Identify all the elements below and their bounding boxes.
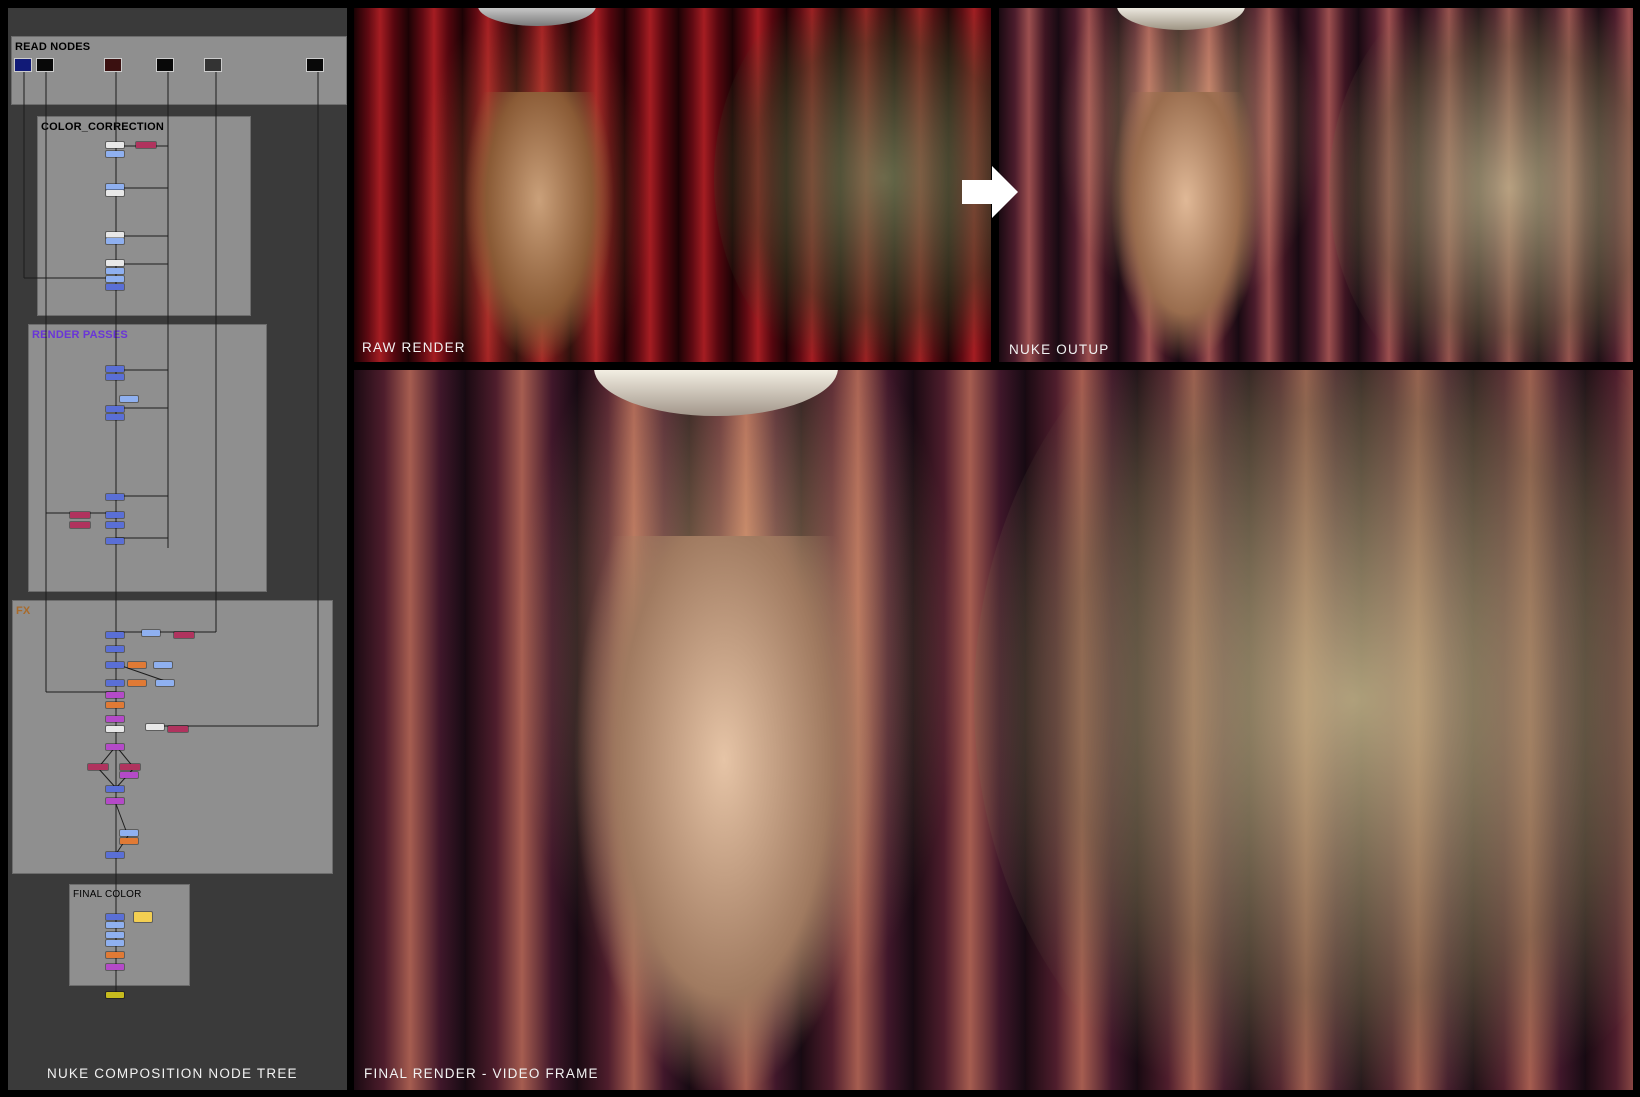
statue-shape	[574, 536, 874, 1090]
final-render-image: FINAL RENDER - VIDEO FRAME	[354, 370, 1633, 1090]
fx-node[interactable]	[142, 630, 160, 636]
cc-node[interactable]	[106, 260, 124, 266]
fx-node[interactable]	[106, 662, 124, 668]
rp-node[interactable]	[106, 522, 124, 528]
node-tree-caption: NUKE COMPOSITION NODE TREE	[47, 1066, 298, 1081]
rp-node[interactable]	[106, 512, 124, 518]
fx-node[interactable]	[106, 632, 124, 638]
final-color-node[interactable]	[106, 914, 124, 920]
final-color-node[interactable]	[106, 922, 124, 928]
fx-node[interactable]	[128, 662, 146, 668]
raw-render-caption: RAW RENDER	[362, 340, 466, 355]
fx-node[interactable]	[120, 772, 138, 778]
lamp-shape	[478, 8, 596, 26]
rp-node[interactable]	[120, 396, 138, 402]
fx-node[interactable]	[106, 702, 124, 708]
rp-node[interactable]	[106, 366, 124, 372]
raw-render-image: RAW RENDER	[354, 8, 991, 362]
foliage-shape	[714, 8, 991, 362]
cc-node[interactable]	[106, 238, 124, 244]
read-node-5[interactable]	[204, 58, 222, 72]
fx-node[interactable]	[146, 724, 164, 730]
fx-node[interactable]	[106, 680, 124, 686]
read-node-3[interactable]	[104, 58, 122, 72]
rp-node[interactable]	[106, 414, 124, 420]
cc-node[interactable]	[106, 142, 124, 148]
cc-node[interactable]	[106, 190, 124, 196]
fx-node[interactable]	[156, 680, 174, 686]
node-connections	[23, 70, 319, 996]
rp-node[interactable]	[106, 406, 124, 412]
rp-node[interactable]	[106, 494, 124, 500]
statue-shape	[464, 92, 614, 362]
cc-node[interactable]	[136, 142, 156, 148]
read-node-6[interactable]	[306, 58, 324, 72]
cc-node[interactable]	[106, 151, 124, 157]
fx-node[interactable]	[128, 680, 146, 686]
foliage-shape	[1329, 8, 1633, 362]
fx-node[interactable]	[106, 798, 124, 804]
write-node[interactable]	[106, 992, 124, 998]
fx-node[interactable]	[106, 726, 124, 732]
foliage-shape	[974, 370, 1633, 1090]
statue-shape	[1111, 92, 1261, 362]
fx-node[interactable]	[106, 646, 124, 652]
final-color-node[interactable]	[106, 964, 124, 970]
right-arrow-icon	[962, 166, 1018, 218]
cc-node[interactable]	[106, 284, 124, 290]
fx-node[interactable]	[106, 692, 124, 698]
node-graph-panel[interactable]: READ NODES COLOR_CORRECTION RENDER PASSE…	[8, 8, 347, 1090]
nuke-output-image: NUKE OUTUP	[999, 8, 1633, 362]
cc-node[interactable]	[106, 268, 124, 274]
fx-node[interactable]	[120, 830, 138, 836]
rp-node[interactable]	[70, 512, 90, 518]
final-color-node[interactable]	[106, 952, 124, 958]
fx-node[interactable]	[154, 662, 172, 668]
lamp-shape	[1117, 8, 1245, 30]
nuke-output-caption: NUKE OUTUP	[1009, 342, 1110, 357]
cc-node[interactable]	[106, 276, 124, 282]
final-color-node[interactable]	[134, 912, 152, 922]
fx-node[interactable]	[106, 852, 124, 858]
fx-node[interactable]	[106, 786, 124, 792]
fx-node[interactable]	[168, 726, 188, 732]
fx-node[interactable]	[88, 764, 108, 770]
fx-node[interactable]	[120, 838, 138, 844]
fx-node[interactable]	[106, 716, 124, 722]
rp-node[interactable]	[106, 374, 124, 380]
final-color-node[interactable]	[106, 932, 124, 938]
read-node-2[interactable]	[36, 58, 54, 72]
fx-node[interactable]	[174, 632, 194, 638]
fx-node[interactable]	[120, 764, 140, 770]
final-render-caption: FINAL RENDER - VIDEO FRAME	[364, 1066, 599, 1081]
final-color-node[interactable]	[106, 940, 124, 946]
rp-node[interactable]	[70, 522, 90, 528]
fx-node[interactable]	[106, 744, 124, 750]
rp-node[interactable]	[106, 538, 124, 544]
lamp-shape	[594, 370, 838, 416]
read-node-1[interactable]	[14, 58, 32, 72]
read-node-4[interactable]	[156, 58, 174, 72]
